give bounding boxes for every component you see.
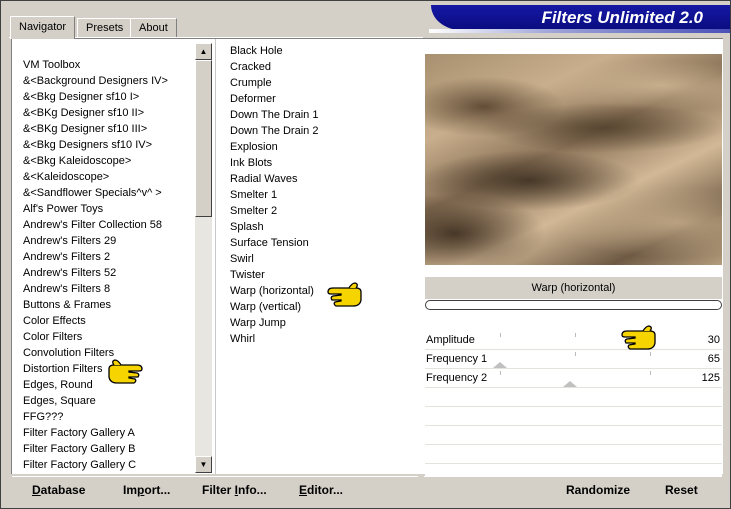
category-list-item[interactable]: Distortion Filters: [13, 361, 193, 377]
banner-underline: [429, 29, 730, 33]
category-list-item[interactable]: VM Toolbox: [13, 57, 193, 73]
category-list-item[interactable]: Color Effects: [13, 313, 193, 329]
pointing-hand-icon: [327, 282, 362, 307]
category-list-item[interactable]: Andrew's Filters 52: [13, 265, 193, 281]
randomize-button[interactable]: Randomize: [566, 482, 630, 498]
list-separator: [215, 39, 216, 474]
triangle-up-icon: ▲: [199, 47, 208, 56]
category-list-item[interactable]: &<Bkg Designers sf10 IV>: [13, 137, 193, 153]
filter-list-item[interactable]: Warp Jump: [220, 315, 420, 331]
database-button[interactable]: Database: [32, 482, 85, 498]
category-list-item[interactable]: Convolution Filters: [13, 345, 193, 361]
category-list-item[interactable]: &<Bkg Kaleidoscope>: [13, 153, 193, 169]
pointing-hand-icon: [621, 325, 656, 350]
category-list-item[interactable]: Andrew's Filter Collection 58: [13, 217, 193, 233]
category-list-item[interactable]: Edges, Round: [13, 377, 193, 393]
scroll-thumb[interactable]: [195, 60, 212, 217]
filter-list-item[interactable]: Twister: [220, 267, 420, 283]
category-list-item[interactable]: Color Filters: [13, 329, 193, 345]
category-list-item[interactable]: FFG???: [13, 409, 193, 425]
category-list-item[interactable]: Filter Factory Gallery A: [13, 425, 193, 441]
filter-list-item[interactable]: Black Hole: [220, 43, 420, 59]
slider-tick: [500, 333, 501, 337]
filter-name-label: Warp (horizontal): [425, 277, 722, 299]
param-frequency-1[interactable]: Frequency 1 65: [425, 350, 722, 369]
parameter-panel: Amplitude 30 Frequency 1 65 Frequency 2 …: [425, 331, 722, 483]
category-list-item[interactable]: Filter Factory Gallery B: [13, 441, 193, 457]
category-list-item[interactable]: &<Kaleidoscope>: [13, 169, 193, 185]
filter-list-item[interactable]: Crumple: [220, 75, 420, 91]
filter-list-item[interactable]: Smelter 1: [220, 187, 420, 203]
param-value: 65: [707, 353, 720, 365]
category-list-item[interactable]: Andrew's Filters 2: [13, 249, 193, 265]
category-list-item[interactable]: &<Background Designers IV>: [13, 73, 193, 89]
category-scrollbar[interactable]: ▲ ▼: [195, 43, 212, 473]
filter-list-item[interactable]: Swirl: [220, 251, 420, 267]
param-frequency-2[interactable]: Frequency 2 125: [425, 369, 722, 388]
editor-button[interactable]: Editor...: [299, 482, 343, 498]
scroll-up-button[interactable]: ▲: [195, 43, 212, 60]
filter-list-item[interactable]: Smelter 2: [220, 203, 420, 219]
category-list-item[interactable]: Alf's Power Toys: [13, 201, 193, 217]
param-value: 30: [707, 334, 720, 346]
param-empty-row: [425, 407, 722, 426]
tab-presets[interactable]: Presets: [77, 18, 133, 38]
category-list-item[interactable]: Buttons & Frames: [13, 297, 193, 313]
import-button[interactable]: Import...: [123, 482, 170, 498]
slider-tick: [575, 352, 576, 356]
category-list-item[interactable]: Andrew's Filters 8: [13, 281, 193, 297]
category-list-item[interactable]: &<BKg Designer sf10 II>: [13, 105, 193, 121]
category-list-item[interactable]: &<BKg Designer sf10 III>: [13, 121, 193, 137]
filter-list-item[interactable]: Explosion: [220, 139, 420, 155]
slider-marker[interactable]: [493, 362, 507, 368]
param-value: 125: [701, 372, 720, 384]
filters-unlimited-window: Navigator Presets About Filters Unlimite…: [0, 0, 731, 509]
filter-list-item[interactable]: Ink Blots: [220, 155, 420, 171]
category-list-item[interactable]: Filter Factory Gallery C: [13, 457, 193, 473]
param-name: Amplitude: [426, 334, 475, 346]
filter-list-item[interactable]: Splash: [220, 219, 420, 235]
param-name: Frequency 2: [426, 372, 488, 384]
slider-tick: [575, 333, 576, 337]
pointing-hand-icon: [108, 359, 143, 384]
filter-list-item[interactable]: Deformer: [220, 91, 420, 107]
triangle-down-icon: ▼: [199, 460, 208, 469]
category-list-item[interactable]: &<Sandflower Specials^v^ >: [13, 185, 193, 201]
tab-about[interactable]: About: [130, 18, 177, 38]
slider-marker[interactable]: [563, 381, 577, 387]
filter-list-item[interactable]: Surface Tension: [220, 235, 420, 251]
filter-list-item[interactable]: Radial Waves: [220, 171, 420, 187]
app-title-banner: Filters Unlimited 2.0: [431, 5, 730, 30]
filter-list-item[interactable]: Down The Drain 2: [220, 123, 420, 139]
filter-list-item[interactable]: Down The Drain 1: [220, 107, 420, 123]
slider-tick: [500, 371, 501, 375]
slider-tick: [650, 352, 651, 356]
filter-info-button[interactable]: Filter Info...: [202, 482, 267, 498]
category-list[interactable]: VM Toolbox &<Background Designers IV> &<Bk…: [13, 57, 193, 473]
bottom-toolbar-left: Database Import... Filter Info... Editor…: [12, 476, 418, 503]
category-list-item[interactable]: Edges, Square: [13, 393, 193, 409]
scroll-down-button[interactable]: ▼: [195, 456, 212, 473]
app-title: Filters Unlimited 2.0: [541, 8, 703, 27]
bottom-toolbar-right: Randomize Reset: [424, 476, 722, 503]
filter-list-item[interactable]: Cracked: [220, 59, 420, 75]
param-empty-row: [425, 426, 722, 445]
category-list-item[interactable]: &<Bkg Designer sf10 I>: [13, 89, 193, 105]
param-amplitude[interactable]: Amplitude 30: [425, 331, 722, 350]
param-empty-row: [425, 445, 722, 464]
slider-tick: [650, 371, 651, 375]
filter-list-item[interactable]: Whirl: [220, 331, 420, 347]
category-list-item[interactable]: Andrew's Filters 29: [13, 233, 193, 249]
preview-image: [425, 54, 722, 265]
progress-bar: [425, 300, 722, 310]
param-name: Frequency 1: [426, 353, 488, 365]
param-empty-row: [425, 388, 722, 407]
reset-button[interactable]: Reset: [665, 482, 698, 498]
tab-navigator[interactable]: Navigator: [10, 16, 76, 39]
